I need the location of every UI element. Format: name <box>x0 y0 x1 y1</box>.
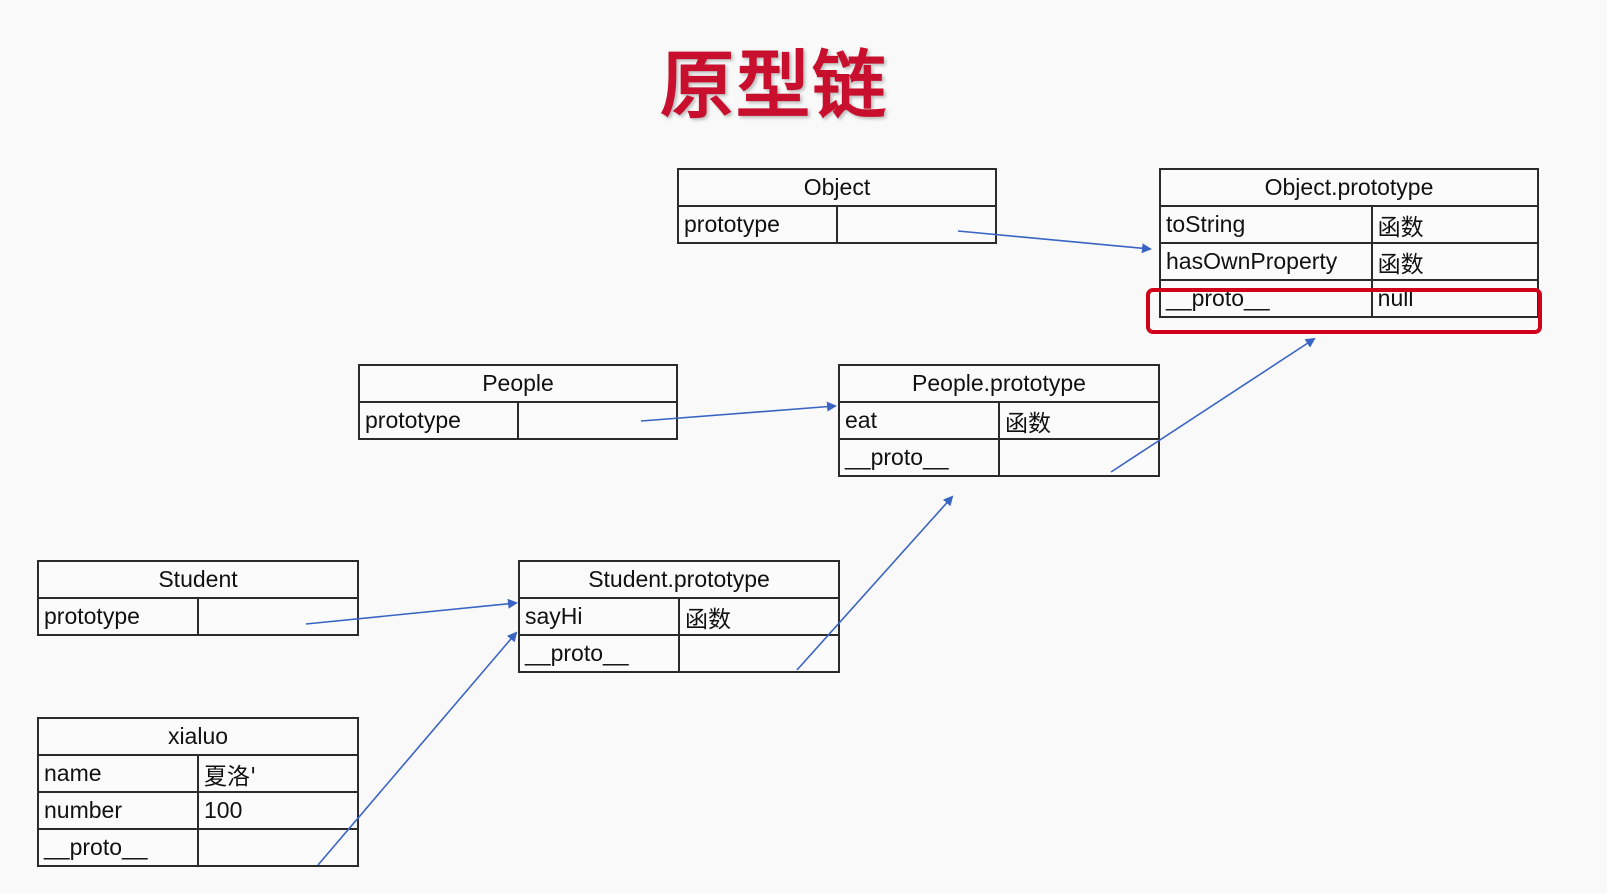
table-row: number 100 <box>37 791 359 830</box>
table-header: Student <box>37 560 359 599</box>
table-header: Object <box>677 168 997 207</box>
property-key: name <box>37 754 199 793</box>
student-prototype-table: Student.prototype sayHi 函数 __proto__ <box>518 560 840 673</box>
property-value: null <box>1370 279 1540 318</box>
table-header: People <box>358 364 678 403</box>
property-value: 函数 <box>1370 205 1540 244</box>
property-key: prototype <box>677 205 838 244</box>
table-row: hasOwnProperty 函数 <box>1159 242 1540 281</box>
property-key: toString <box>1159 205 1373 244</box>
table-row: prototype <box>37 597 359 636</box>
table-row: __proto__ <box>838 438 1160 477</box>
property-value <box>998 438 1160 477</box>
object-table: Object prototype <box>677 168 997 244</box>
table-row: sayHi 函数 <box>518 597 840 636</box>
property-key: __proto__ <box>838 438 1000 477</box>
table-row: prototype <box>677 205 997 244</box>
property-value <box>197 597 359 636</box>
property-value: 夏洛' <box>197 754 359 793</box>
property-value: 100 <box>197 791 359 830</box>
table-row: __proto__ <box>37 828 359 867</box>
page-title: 原型链 <box>660 43 888 129</box>
property-key: __proto__ <box>1159 279 1373 318</box>
property-value: 函数 <box>998 401 1160 440</box>
table-header: Object.prototype <box>1159 168 1539 207</box>
property-value <box>517 401 678 440</box>
property-value <box>836 205 997 244</box>
table-row: __proto__ <box>518 634 840 673</box>
property-value: 函数 <box>1370 242 1540 281</box>
people-table: People prototype <box>358 364 678 440</box>
property-key: number <box>37 791 199 830</box>
table-row: eat 函数 <box>838 401 1160 440</box>
property-key: hasOwnProperty <box>1159 242 1373 281</box>
table-row: __proto__ null <box>1159 279 1540 318</box>
student-table: Student prototype <box>37 560 359 636</box>
object-prototype-table: Object.prototype toString 函数 hasOwnPrope… <box>1159 168 1540 318</box>
table-header: xialuo <box>37 717 359 756</box>
table-header: People.prototype <box>838 364 1160 403</box>
property-key: prototype <box>358 401 519 440</box>
table-row: prototype <box>358 401 678 440</box>
table-header: Student.prototype <box>518 560 840 599</box>
property-key: __proto__ <box>37 828 199 867</box>
table-row: toString 函数 <box>1159 205 1540 244</box>
table-row: name 夏洛' <box>37 754 359 793</box>
people-prototype-table: People.prototype eat 函数 __proto__ <box>838 364 1160 477</box>
property-key: __proto__ <box>518 634 680 673</box>
xialuo-table: xialuo name 夏洛' number 100 __proto__ <box>37 717 359 867</box>
property-value <box>197 828 359 867</box>
property-value <box>678 634 840 673</box>
property-key: sayHi <box>518 597 680 636</box>
property-value: 函数 <box>678 597 840 636</box>
property-key: eat <box>838 401 1000 440</box>
property-key: prototype <box>37 597 199 636</box>
